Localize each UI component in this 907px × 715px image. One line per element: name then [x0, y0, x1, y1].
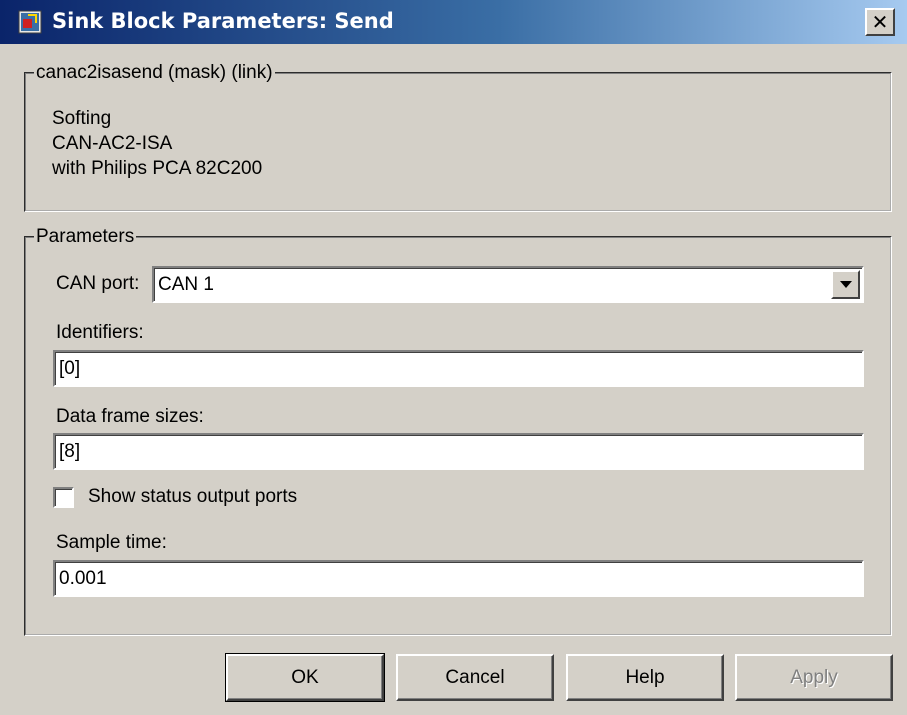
- sample-time-input[interactable]: 0.001: [53, 560, 864, 597]
- data-frame-sizes-input[interactable]: [8]: [53, 433, 864, 470]
- help-button[interactable]: Help: [566, 654, 724, 701]
- show-status-checkbox[interactable]: [53, 487, 74, 508]
- identifiers-label: Identifiers:: [56, 322, 144, 343]
- show-status-label[interactable]: Show status output ports: [88, 486, 297, 508]
- chevron-down-icon: [839, 281, 852, 288]
- dropdown-arrow-button[interactable]: [831, 270, 860, 299]
- data-frame-sizes-label: Data frame sizes:: [56, 406, 204, 427]
- close-icon: ✕: [871, 10, 889, 34]
- parameters-legend: Parameters: [36, 226, 135, 247]
- ok-button[interactable]: OK: [225, 653, 385, 702]
- sample-time-label: Sample time:: [56, 532, 167, 553]
- identifiers-input[interactable]: [0]: [53, 350, 864, 387]
- cancel-button[interactable]: Cancel: [396, 654, 554, 701]
- window-title: Sink Block Parameters: Send: [52, 9, 394, 33]
- can-port-dropdown[interactable]: CAN 1: [152, 266, 864, 303]
- description-line-3: with Philips PCA 82C200: [52, 158, 263, 179]
- mask-legend: canac2isasend (mask) (link): [36, 62, 273, 83]
- description-line-2: CAN-AC2-ISA: [52, 133, 173, 154]
- apply-button[interactable]: Apply: [735, 654, 893, 701]
- simulink-block-icon: [18, 10, 42, 34]
- close-button[interactable]: ✕: [865, 8, 895, 36]
- can-port-value: CAN 1: [158, 273, 214, 295]
- title-bar[interactable]: Sink Block Parameters: Send ✕: [0, 0, 907, 44]
- description-line-1: Softing: [52, 108, 112, 129]
- can-port-label: CAN port:: [56, 273, 140, 294]
